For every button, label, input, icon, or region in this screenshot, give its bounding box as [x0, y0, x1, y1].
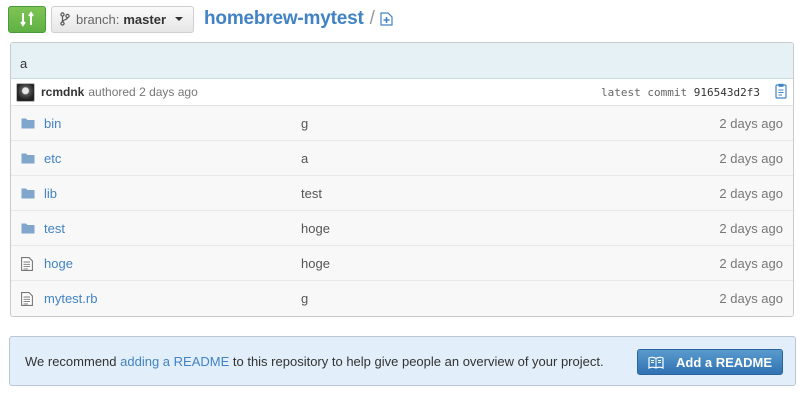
- latest-commit-label: latest commit: [601, 85, 688, 99]
- file-age: 2 days ago: [719, 115, 783, 131]
- file-commit-message[interactable]: hoge: [301, 256, 330, 271]
- file-age: 2 days ago: [719, 150, 783, 166]
- avatar[interactable]: [16, 82, 35, 102]
- adding-readme-link[interactable]: adding a README: [120, 354, 229, 369]
- repo-toolbar: branch: master homebrew-mytest /: [8, 5, 393, 33]
- file-name-link[interactable]: hoge: [44, 256, 73, 271]
- file-commit-message[interactable]: g: [301, 291, 308, 306]
- file-age: 2 days ago: [719, 185, 783, 201]
- folder-icon: [21, 152, 35, 167]
- folder-icon: [21, 187, 35, 202]
- file-name-link[interactable]: test: [44, 221, 65, 236]
- file-name-link[interactable]: bin: [44, 116, 61, 131]
- file-name-link[interactable]: etc: [44, 151, 61, 166]
- commit-message[interactable]: a: [11, 43, 793, 79]
- file-row[interactable]: mytest.rb g 2 days ago: [11, 281, 793, 316]
- chevron-down-icon: [175, 17, 184, 21]
- branch-name: master: [123, 11, 167, 27]
- file-commit-message[interactable]: a: [301, 151, 308, 166]
- file-name-link[interactable]: lib: [44, 186, 57, 201]
- file-age: 2 days ago: [719, 291, 783, 306]
- new-file-icon: [380, 12, 393, 26]
- folder-icon: [21, 222, 35, 237]
- file-row[interactable]: hoge hoge 2 days ago: [11, 246, 793, 281]
- latest-commit: latest commit 916543d2f3: [601, 86, 760, 99]
- commit-sha-link[interactable]: 916543d2f3: [694, 86, 760, 99]
- readme-text-after: to this repository to help give people a…: [229, 353, 604, 369]
- file-browser: a rcmdnk authored 2 days ago latest comm…: [10, 42, 794, 317]
- commit-authored-time: authored 2 days ago: [88, 85, 198, 99]
- path-separator: /: [369, 8, 375, 29]
- add-readme-label: Add a README: [676, 354, 773, 370]
- copy-sha-button[interactable]: [775, 83, 788, 102]
- compare-button[interactable]: [8, 5, 46, 33]
- file-row[interactable]: bin g 2 days ago: [11, 106, 793, 141]
- folder-icon: [21, 117, 35, 132]
- repo-name-link[interactable]: homebrew-mytest: [204, 8, 364, 30]
- readme-notice: We recommend adding a README to this rep…: [9, 336, 796, 386]
- add-readme-button[interactable]: Add a README: [637, 349, 783, 375]
- commit-meta: rcmdnk authored 2 days ago latest commit…: [11, 79, 793, 106]
- file-commit-message[interactable]: hoge: [301, 221, 330, 236]
- file-age: 2 days ago: [719, 220, 783, 236]
- file-name-link[interactable]: mytest.rb: [44, 291, 97, 306]
- file-commit-message[interactable]: g: [301, 116, 308, 131]
- file-icon: [21, 257, 33, 274]
- branch-label: branch:: [76, 11, 120, 27]
- file-commit-message[interactable]: test: [301, 186, 322, 201]
- readme-notice-text: We recommend adding a README to this rep…: [25, 354, 604, 369]
- file-age: 2 days ago: [719, 255, 783, 271]
- file-icon: [21, 292, 33, 309]
- file-list: bin g 2 days ago etc a 2 days ago lib test 2 day…: [11, 106, 793, 316]
- file-row[interactable]: lib test 2 days ago: [11, 176, 793, 211]
- readme-text-before: We recommend: [25, 353, 121, 369]
- file-row[interactable]: etc a 2 days ago: [11, 141, 793, 176]
- new-file-button[interactable]: [380, 12, 393, 26]
- branch-selector[interactable]: branch: master: [51, 5, 195, 33]
- compare-icon: [20, 11, 34, 27]
- branch-icon: [60, 12, 70, 26]
- clipboard-icon: [775, 83, 787, 99]
- commit-author[interactable]: rcmdnk: [41, 85, 84, 99]
- book-icon: [648, 356, 664, 369]
- file-row[interactable]: test hoge 2 days ago: [11, 211, 793, 246]
